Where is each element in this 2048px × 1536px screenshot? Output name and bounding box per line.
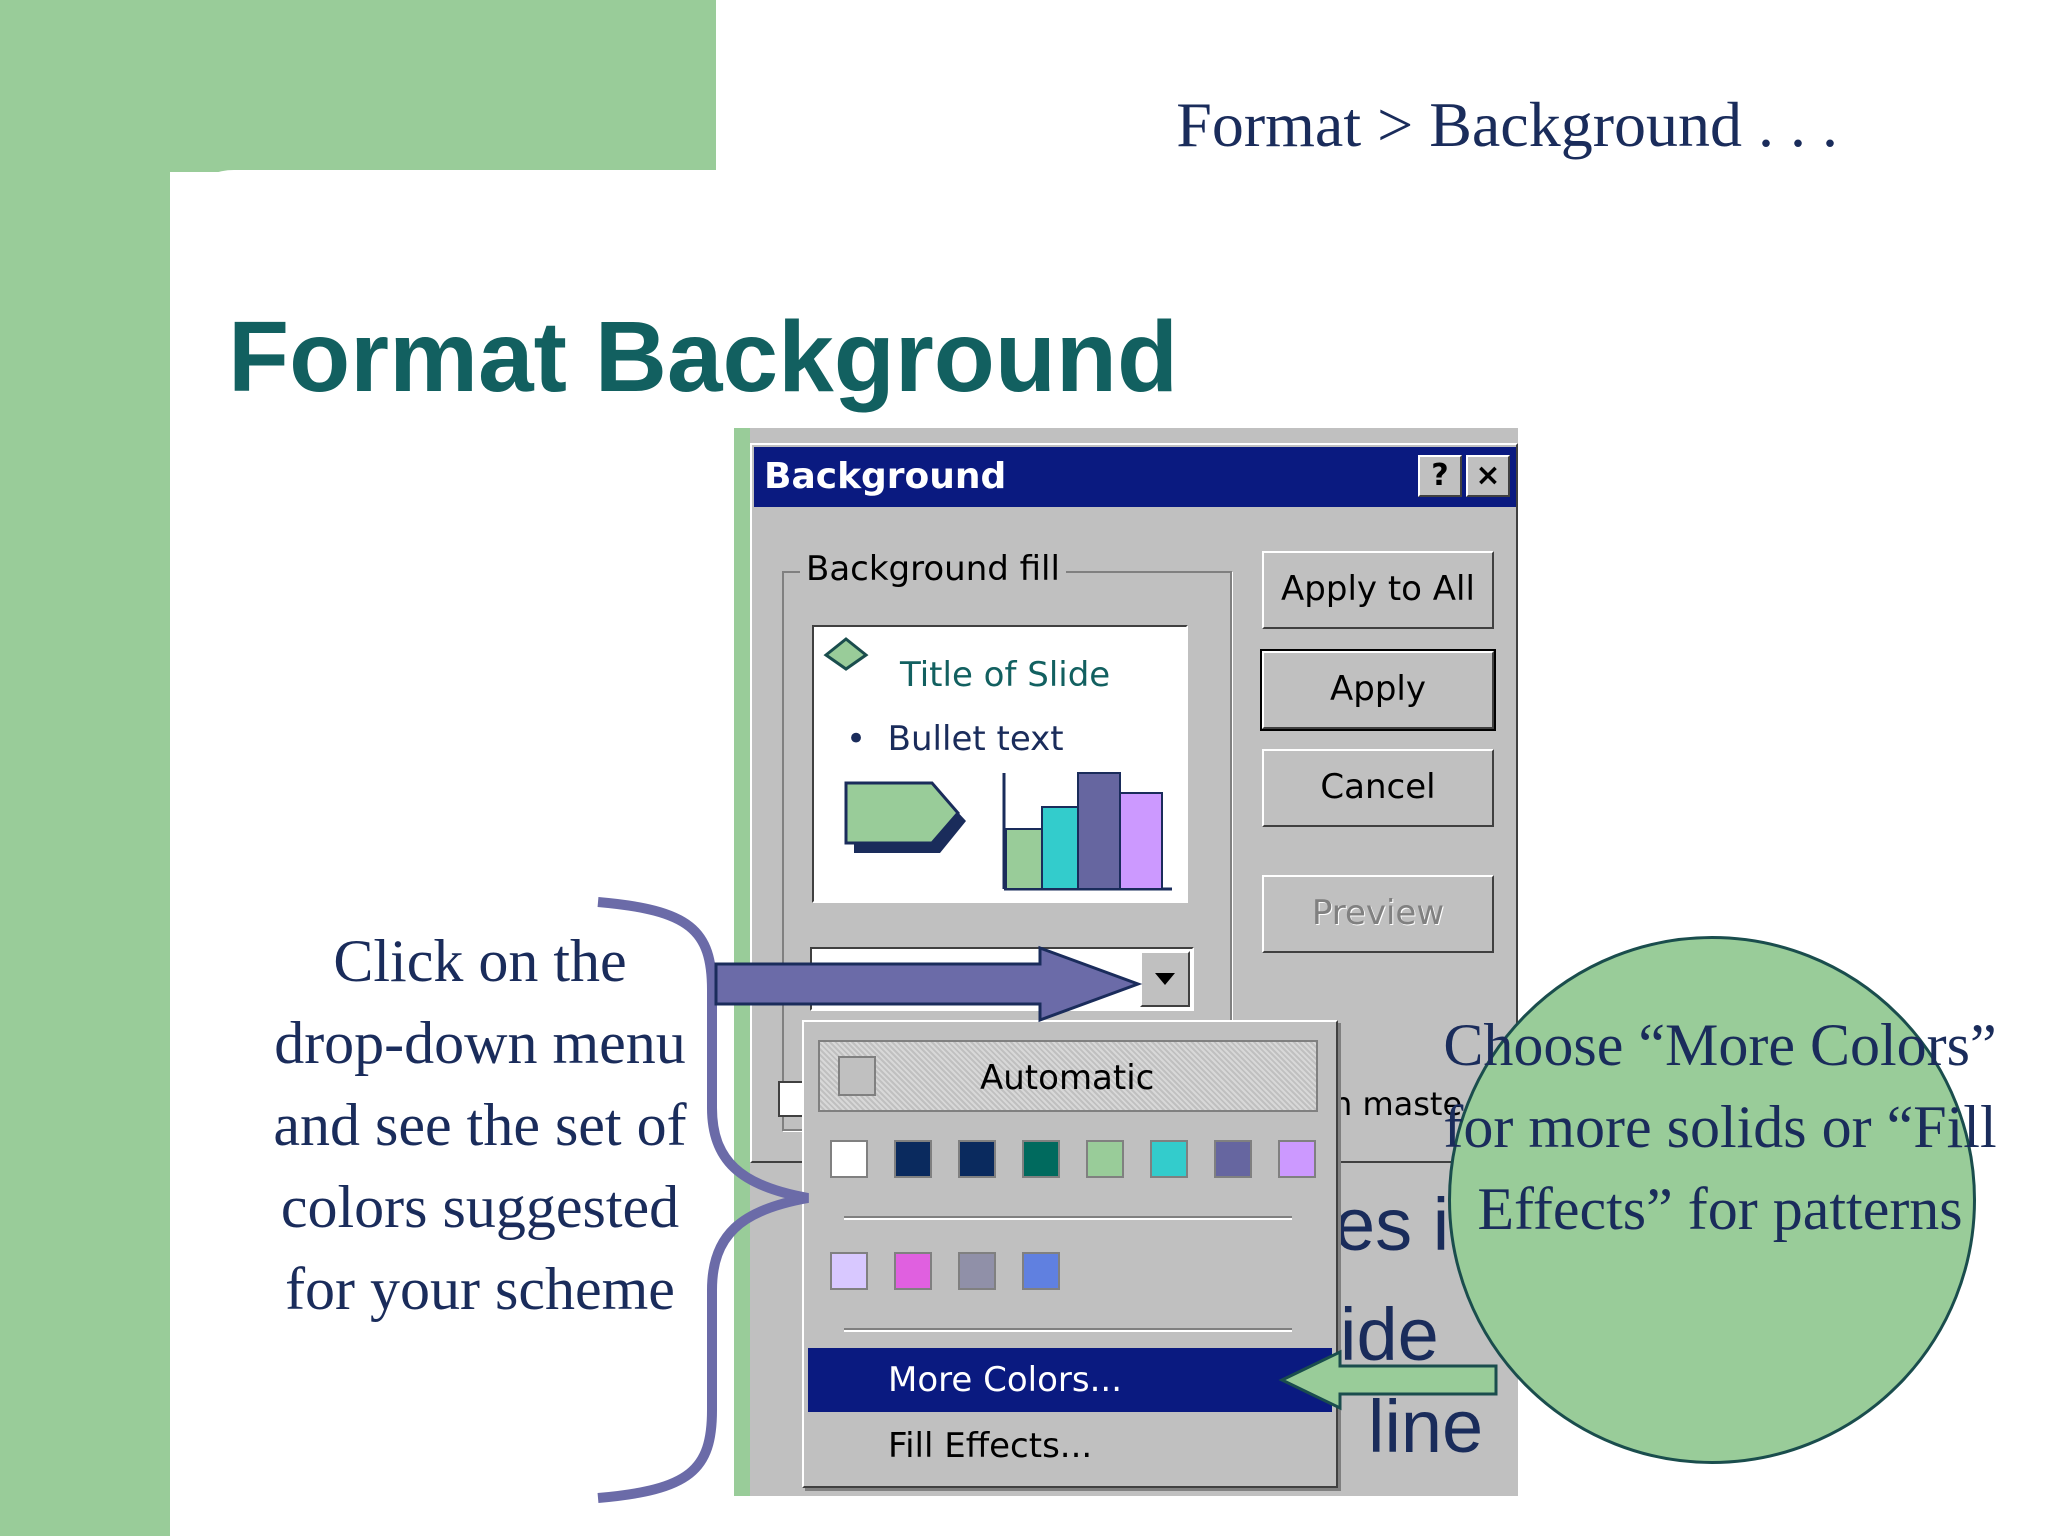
circle-arrow-overlay bbox=[1278, 1349, 1498, 1411]
callout-right-text: Choose “More Colors” for more solids or … bbox=[1443, 1012, 1997, 1242]
arrow-left-icon bbox=[1278, 1349, 1498, 1411]
